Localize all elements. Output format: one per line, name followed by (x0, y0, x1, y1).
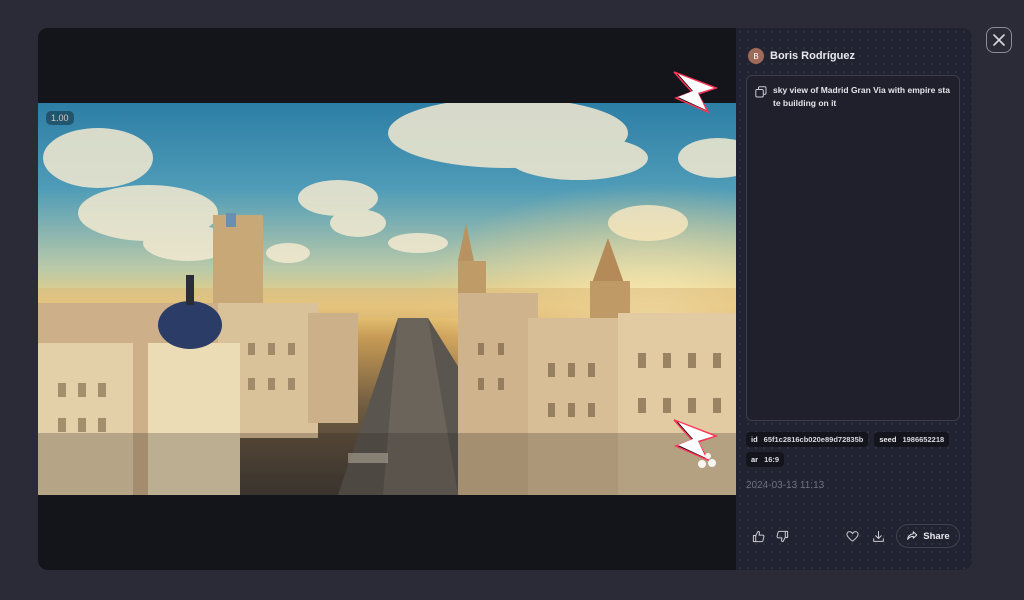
close-button[interactable] (986, 27, 1012, 53)
seed-chip[interactable]: seed 1986652218 (874, 432, 950, 447)
like-button[interactable] (750, 528, 766, 544)
created-date: 2024-03-13 11:13 (746, 480, 825, 491)
zoom-level-badge: 1.00 (46, 111, 74, 125)
action-bar: Share (746, 524, 962, 548)
details-sidebar: B Boris Rodríguez sky view of Madrid Gra… (736, 28, 972, 570)
generated-image[interactable]: 1.00 (38, 103, 736, 495)
thumbs-down-icon (776, 530, 788, 542)
lightning-logo-icon (673, 71, 719, 114)
id-chip[interactable]: id 65f1c2816cb020e89d72835b (746, 432, 869, 447)
madrid-city-scene (38, 103, 736, 495)
author-name[interactable]: Boris Rodríguez (770, 50, 855, 62)
lightning-logo-icon (673, 419, 719, 468)
seed-value: 1986652218 (902, 435, 945, 444)
download-icon (872, 530, 884, 542)
id-value: 65f1c2816cb020e89d72835b (763, 435, 864, 444)
prompt-box: sky view of Madrid Gran Via with empire … (746, 75, 960, 421)
avatar: B (748, 48, 764, 64)
download-button[interactable] (870, 528, 886, 544)
image-detail-modal: 1.00 B Boris Rodríguez sky view of Madri… (38, 28, 972, 570)
metadata-chips: id 65f1c2816cb020e89d72835b seed 1986652… (746, 432, 962, 467)
favorite-button[interactable] (844, 528, 860, 544)
aspect-ratio-chip[interactable]: ar 16:9 (746, 452, 785, 467)
author-info[interactable]: B Boris Rodríguez (748, 48, 855, 64)
dislike-button[interactable] (774, 528, 790, 544)
ar-value: 16:9 (764, 455, 780, 464)
prompt-text: sky view of Madrid Gran Via with empire … (773, 85, 950, 108)
share-button[interactable]: Share (896, 524, 960, 548)
ar-label: ar (751, 455, 759, 464)
share-icon (907, 531, 918, 540)
heart-icon (845, 530, 859, 542)
copy-icon[interactable] (755, 86, 767, 98)
id-label: id (751, 435, 758, 444)
thumbs-up-icon (752, 530, 764, 542)
seed-label: seed (879, 435, 897, 444)
share-label: Share (923, 530, 950, 542)
image-viewer: 1.00 (38, 28, 736, 570)
close-icon (993, 34, 1005, 46)
